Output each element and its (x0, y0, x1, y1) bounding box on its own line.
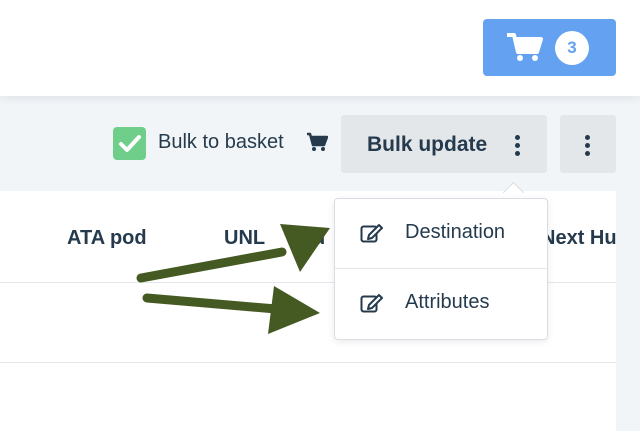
bulk-update-button[interactable]: Bulk update (341, 115, 547, 173)
dropdown-item-label: Destination (405, 221, 506, 243)
bulk-update-label: Bulk update (367, 133, 488, 156)
column-header-next-hub[interactable]: Next Hu (541, 227, 617, 250)
checkmark-icon (119, 135, 141, 152)
column-header-ata-pod[interactable]: ATA pod (67, 227, 147, 250)
cart-button[interactable]: 3 (483, 19, 616, 76)
top-header: 3 (0, 0, 640, 96)
dropdown-item-destination[interactable]: Destination (335, 199, 547, 268)
basket-cart-icon (307, 132, 328, 151)
kebab-menu-icon (515, 135, 521, 159)
bulk-to-basket-label[interactable]: Bulk to basket (158, 131, 284, 154)
dropdown-item-attributes[interactable]: Attributes (335, 269, 547, 338)
column-header-unl-suffix: d (313, 227, 326, 249)
shopping-cart-icon (507, 33, 543, 61)
dropdown-item-label: Attributes (405, 291, 490, 313)
kebab-menu-icon (585, 135, 591, 159)
column-header-unl[interactable]: UNL (224, 227, 265, 250)
bulk-update-dropdown: Destination Attributes (334, 198, 548, 340)
edit-icon (360, 294, 383, 313)
edit-icon (360, 224, 383, 243)
bulk-to-basket-checkbox[interactable] (113, 127, 146, 160)
row-divider (0, 362, 616, 363)
more-options-button[interactable] (560, 115, 616, 173)
cart-count-badge: 3 (555, 31, 589, 65)
